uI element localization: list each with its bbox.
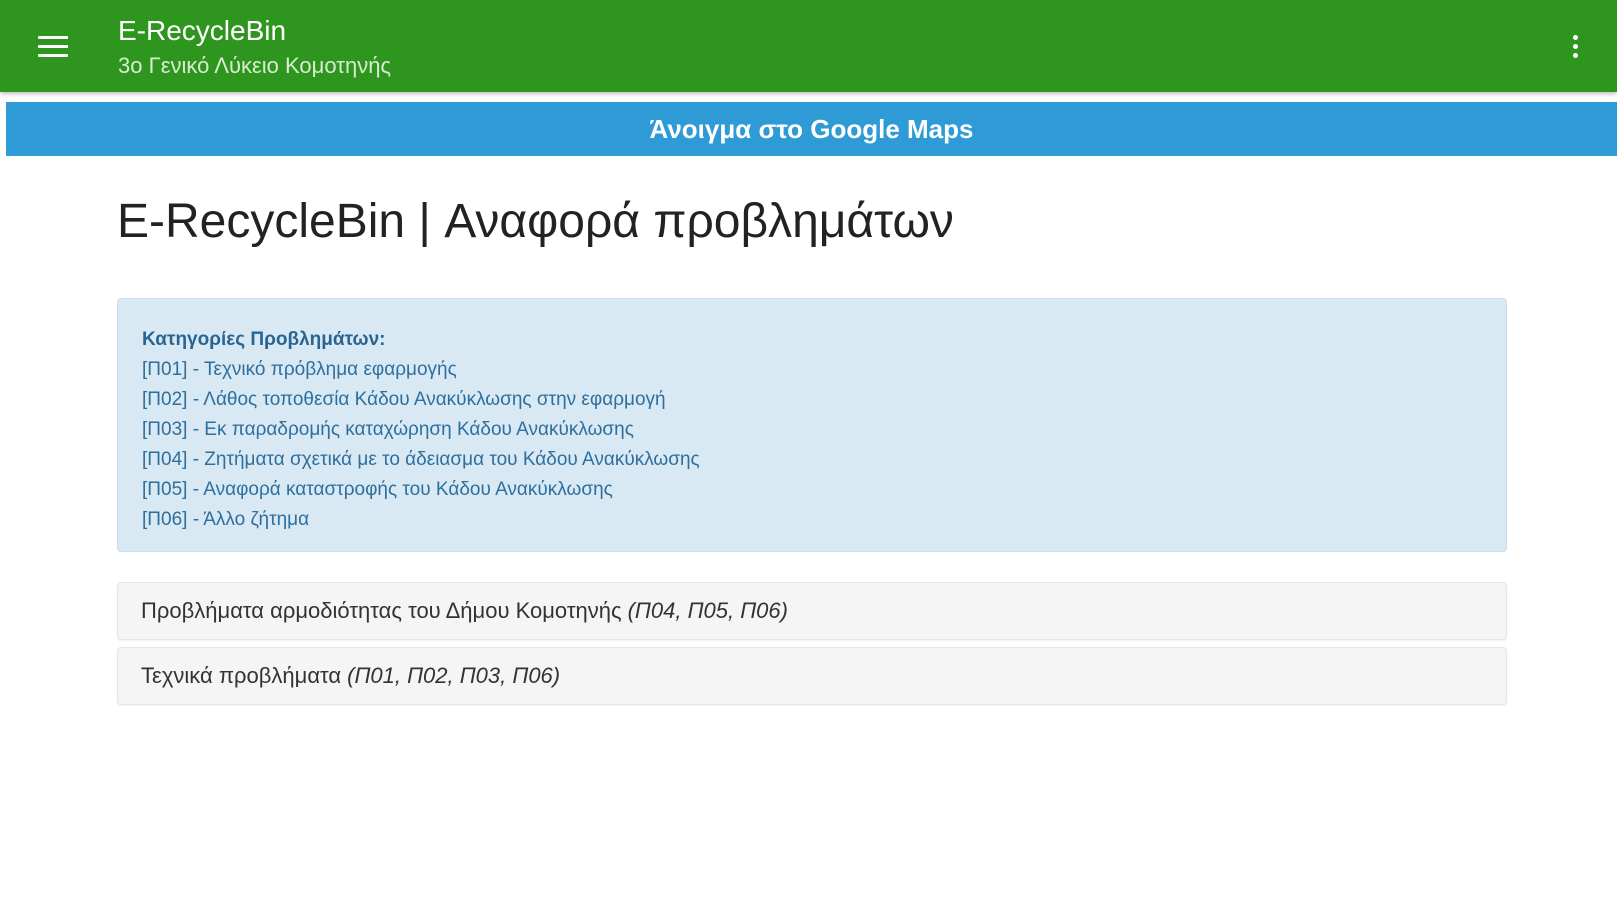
category-item: [Π03] - Εκ παραδρομής καταχώρηση Κάδου Α… bbox=[142, 419, 634, 440]
categories-heading: Κατηγορίες Προβλημάτων: bbox=[142, 329, 386, 350]
menu-bar bbox=[38, 35, 68, 39]
app-subtitle: 3ο Γενικό Λύκειο Κομοτηνής bbox=[118, 53, 392, 78]
problem-categories-box: Κατηγορίες Προβλημάτων: [Π01] - Τεχνικό … bbox=[117, 298, 1507, 552]
page-title: E-RecycleBin | Αναφορά προβλημάτων bbox=[117, 195, 954, 248]
menu-bar bbox=[38, 44, 68, 48]
overflow-dot bbox=[1572, 34, 1578, 40]
category-item: [Π01] - Τεχνικό πρόβλημα εφαρμογής bbox=[142, 359, 457, 380]
municipality-problems-panel[interactable]: Προβλήματα αρμοδιότητας του Δήμου Κομοτη… bbox=[117, 582, 1507, 640]
panel-label: Προβλήματα αρμοδιότητας του Δήμου Κομοτη… bbox=[141, 598, 622, 623]
hamburger-menu-icon[interactable] bbox=[30, 26, 76, 66]
panel-label: Τεχνικά προβλήματα bbox=[141, 663, 342, 688]
open-google-maps-button[interactable]: Άνοιγμα στο Google Maps bbox=[6, 102, 1617, 156]
technical-problems-panel[interactable]: Τεχνικά προβλήματα (Π01, Π02, Π03, Π06) bbox=[117, 647, 1507, 705]
more-vertical-icon[interactable] bbox=[1560, 26, 1590, 66]
panel-codes: (Π01, Π02, Π03, Π06) bbox=[347, 663, 561, 688]
app-title: E-RecycleBin bbox=[118, 15, 287, 46]
category-item: [Π02] - Λάθος τοποθεσία Κάδου Ανακύκλωση… bbox=[142, 389, 666, 410]
category-item: [Π06] - Άλλο ζήτημα bbox=[142, 509, 310, 530]
category-item: [Π04] - Ζητήματα σχετικά με το άδειασμα … bbox=[142, 449, 700, 470]
menu-bar bbox=[38, 53, 68, 57]
panel-codes: (Π04, Π05, Π06) bbox=[627, 598, 788, 623]
overflow-dot bbox=[1572, 43, 1578, 49]
app-bar: E-RecycleBin 3ο Γενικό Λύκειο Κομοτηνής bbox=[0, 0, 1617, 92]
overflow-dot bbox=[1572, 52, 1578, 58]
category-item: [Π05] - Αναφορά καταστροφής του Κάδου Αν… bbox=[142, 479, 613, 500]
